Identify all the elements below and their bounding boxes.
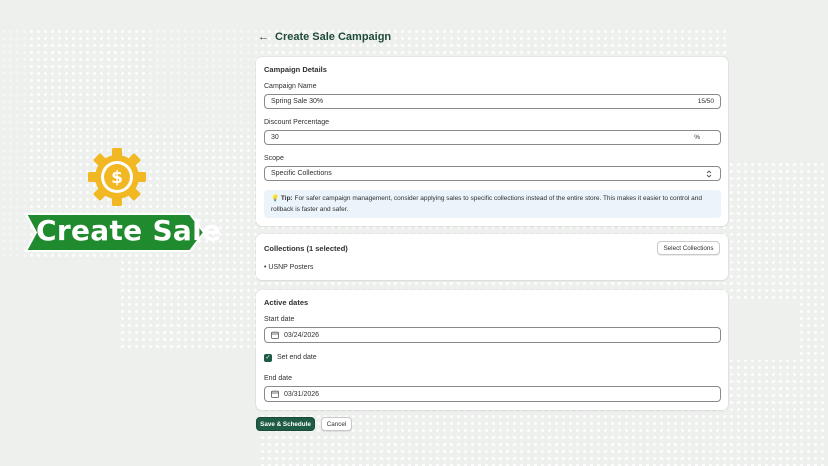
start-date-label: Start date — [264, 316, 295, 323]
campaign-details-card: Campaign Details Campaign Name Spring Sa… — [256, 57, 728, 226]
banner-text: Create Sale — [36, 214, 222, 247]
end-date-input[interactable]: 03/31/2026 — [264, 386, 721, 402]
bg-mask — [730, 0, 828, 160]
discount-percentage-input[interactable]: 30 % — [264, 130, 721, 145]
end-date-label: End date — [264, 375, 293, 382]
discount-value: 30 — [271, 134, 279, 141]
tip-banner: 💡 Tip: For safer campaign management, co… — [264, 190, 721, 218]
end-date-value: 03/31/2026 — [284, 390, 320, 398]
page-title: Create Sale Campaign — [275, 31, 392, 43]
collections-title: Collections (1 selected) — [264, 244, 348, 253]
select-collections-button[interactable]: Select Collections — [657, 241, 720, 255]
chevron-updown-icon — [706, 169, 712, 178]
scope-label: Scope — [264, 155, 284, 162]
collections-card: Collections (1 selected) Select Collecti… — [256, 234, 728, 280]
character-counter: 15/50 — [697, 98, 714, 105]
svg-text:$: $ — [111, 168, 123, 188]
card-title: Campaign Details — [264, 65, 327, 74]
discount-label: Discount Percentage — [264, 119, 329, 126]
campaign-name-label: Campaign Name — [264, 83, 317, 90]
active-dates-title: Active dates — [264, 298, 309, 307]
calendar-icon — [271, 390, 279, 398]
page-header: ← Create Sale Campaign — [258, 31, 391, 43]
save-schedule-button[interactable]: Save & Schedule — [256, 417, 315, 431]
percent-suffix: % — [694, 134, 700, 141]
campaign-name-input[interactable]: Spring Sale 30% 15/50 — [264, 94, 721, 109]
scope-value: Specific Collections — [271, 170, 332, 177]
campaign-name-value: Spring Sale 30% — [271, 98, 324, 105]
set-end-date-checkbox[interactable]: ✓ — [264, 354, 272, 362]
calendar-icon — [271, 331, 279, 339]
tip-label: Tip: — [280, 195, 293, 202]
lightbulb-icon: 💡 — [271, 195, 280, 202]
tip-text: For safer campaign management, consider … — [271, 195, 702, 213]
start-date-value: 03/24/2026 — [284, 331, 320, 339]
gear-dollar-icon: $ — [88, 148, 146, 206]
active-dates-card: Active dates Start date 03/24/2026 ✓ Set… — [256, 290, 728, 410]
collection-list-item: • USNP Posters — [264, 264, 314, 271]
main-content: ← Create Sale Campaign Campaign Details … — [256, 0, 730, 466]
start-date-input[interactable]: 03/24/2026 — [264, 327, 721, 343]
cancel-button[interactable]: Cancel — [321, 417, 352, 431]
bg-mask — [730, 300, 800, 360]
scope-select[interactable]: Specific Collections — [264, 166, 721, 181]
collection-name: USNP Posters — [268, 264, 314, 271]
promo-panel: $ Create Sale — [0, 0, 240, 466]
set-end-date-label: Set end date — [277, 354, 317, 361]
arrow-left-icon[interactable]: ← — [258, 31, 269, 43]
